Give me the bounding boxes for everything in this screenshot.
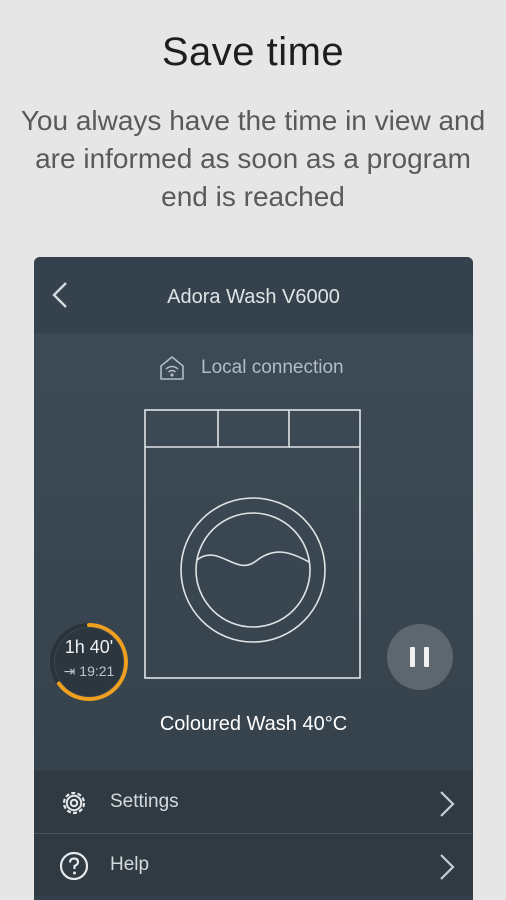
program-label: Coloured Wash 40°C [159,713,348,735]
end-time-arrow-icon: ⇥ [63,663,76,679]
menu-item-label: Settings [110,791,179,812]
remaining-duration: 1h 40' [64,637,114,657]
menu-item-help[interactable]: Help [34,834,473,896]
pause-button[interactable] [387,624,453,690]
app-screen: Adora Wash V6000 Local connection 1h 40'… [34,257,473,900]
chevron-right-icon [440,854,455,880]
remaining-time-indicator[interactable]: 1h 40' ⇥ 19:21 [48,621,130,703]
menu-item-settings[interactable]: Settings [34,771,473,833]
appliance-title: Adora Wash V6000 [167,286,340,308]
promo-subtitle: You always have the time in view and are… [20,105,486,212]
help-icon [59,851,89,881]
app-bar: Adora Wash V6000 [34,257,473,333]
end-time-value: 19:21 [79,663,115,679]
promo-title: Save time [161,30,345,74]
home-wifi-icon [160,356,184,380]
connection-label: Local connection [201,357,344,378]
chevron-right-icon [440,791,455,817]
washing-machine-illustration [144,409,361,679]
end-time: ⇥ 19:21 [48,663,130,680]
connection-status: Local connection [34,353,473,383]
menu-item-label: Help [110,854,150,875]
gear-icon [62,791,86,815]
